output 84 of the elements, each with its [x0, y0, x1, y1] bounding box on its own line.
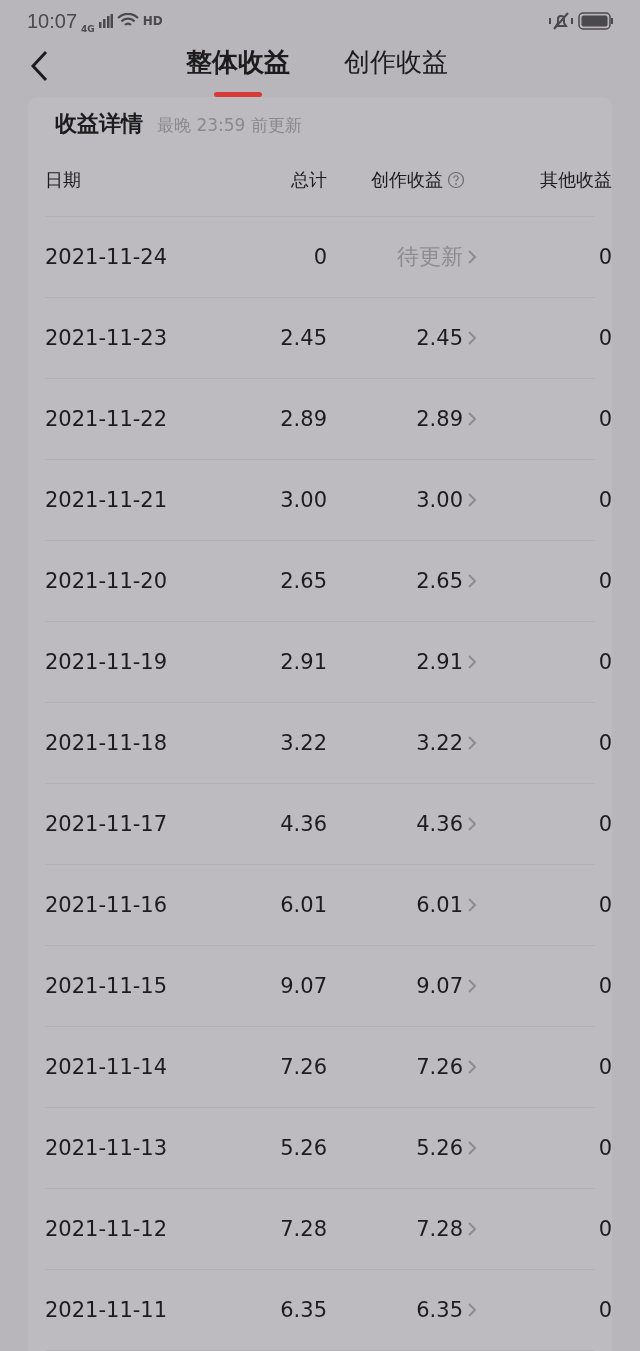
- chevron-icon: [467, 654, 477, 670]
- other-cell-text: 0: [597, 569, 612, 593]
- total-cell-text: 9.07: [279, 974, 327, 998]
- hd-indicator: HD: [142, 14, 163, 28]
- date-cell-text: 2021-11-15: [45, 974, 169, 998]
- creation-cell: 4.36: [416, 812, 463, 836]
- chevron-icon: [467, 1302, 477, 1318]
- creation-cell: 3.22: [416, 731, 463, 755]
- creation-cell: 7.28: [416, 1217, 463, 1241]
- tab-underline: [214, 92, 262, 97]
- date-cell-text: 2021-11-21: [45, 488, 169, 512]
- total-cell-text: 6.01: [279, 893, 327, 917]
- creation-cell: 6.35: [416, 1298, 463, 1322]
- tab[interactable]: 创作收益: [344, 42, 448, 82]
- column-header: 日期: [45, 167, 82, 192]
- chevron-icon: [467, 249, 477, 265]
- total-cell-text: 2.91: [279, 650, 327, 674]
- date-cell-text: 2021-11-23: [45, 326, 169, 350]
- column-header: 总计: [290, 167, 327, 192]
- other-cell-text: 0: [597, 407, 612, 431]
- chevron-icon: [467, 816, 477, 832]
- column-header: 创作收益: [371, 167, 443, 192]
- status-time: 10:07: [27, 9, 78, 33]
- date-cell-text: 2021-11-12: [45, 1217, 169, 1241]
- creation-cell: 6.01: [416, 893, 463, 917]
- card-title: 收益详情: [55, 110, 143, 138]
- chevron-icon: [467, 492, 477, 508]
- total-cell-text: 5.26: [279, 1136, 327, 1160]
- chevron-icon: [467, 978, 477, 994]
- other-cell-text: 0: [597, 812, 612, 836]
- creation-cell: 5.26: [416, 1136, 463, 1160]
- other-cell-text: 0: [597, 1136, 612, 1160]
- creation-cell: 2.89: [416, 407, 463, 431]
- creation-cell: 2.91: [416, 650, 463, 674]
- other-cell-text: 0: [597, 1298, 612, 1322]
- date-cell-text: 2021-11-20: [45, 569, 169, 593]
- creation-cell: 2.65: [416, 569, 463, 593]
- total-cell-text: 3.00: [279, 488, 327, 512]
- date-cell-text: 2021-11-19: [45, 650, 169, 674]
- network-type: 4G: [81, 24, 95, 34]
- chevron-icon: [467, 1221, 477, 1237]
- creation-cell: 9.07: [416, 974, 463, 998]
- chevron-icon: [467, 897, 477, 913]
- tab[interactable]: 整体收益: [186, 42, 290, 82]
- signal-icon: [98, 14, 113, 28]
- date-cell-text: 2021-11-24: [45, 245, 169, 269]
- date-cell-text: 2021-11-17: [45, 812, 169, 836]
- date-cell-text: 2021-11-14: [45, 1055, 169, 1079]
- other-cell-text: 0: [597, 893, 612, 917]
- total-cell-text: 7.26: [279, 1055, 327, 1079]
- creation-cell: 2.45: [416, 326, 463, 350]
- help-icon[interactable]: [447, 170, 465, 189]
- chevron-icon: [467, 330, 477, 346]
- other-cell-text: 0: [597, 650, 612, 674]
- other-cell-text: 0: [597, 245, 612, 269]
- total-cell-text: 2.45: [279, 326, 327, 350]
- creation-cell: 3.00: [416, 488, 463, 512]
- date-cell-text: 2021-11-16: [45, 893, 169, 917]
- date-cell-text: 2021-11-13: [45, 1136, 169, 1160]
- other-cell-text: 0: [597, 974, 612, 998]
- total-cell-text: 0: [312, 245, 327, 269]
- chevron-icon: [467, 1059, 477, 1075]
- date-cell-text: 2021-11-18: [45, 731, 169, 755]
- other-cell-text: 0: [597, 488, 612, 512]
- chevron-icon: [467, 573, 477, 589]
- date-cell-text: 2021-11-11: [45, 1298, 169, 1322]
- muted-bell-icon: [548, 11, 574, 31]
- chevron-icon: [467, 411, 477, 427]
- date-cell-text: 2021-11-22: [45, 407, 169, 431]
- other-cell-text: 0: [597, 326, 612, 350]
- total-cell-text: 2.65: [279, 569, 327, 593]
- total-cell-text: 6.35: [279, 1298, 327, 1322]
- chevron-icon: [467, 1140, 477, 1156]
- other-cell-text: 0: [597, 1217, 612, 1241]
- total-cell-text: 3.22: [279, 731, 327, 755]
- chevron-icon: [467, 735, 477, 751]
- total-cell-text: 7.28: [279, 1217, 327, 1241]
- battery-icon: [578, 12, 614, 30]
- creation-cell: 7.26: [416, 1055, 463, 1079]
- other-cell-text: 0: [597, 1055, 612, 1079]
- total-cell-text: 4.36: [279, 812, 327, 836]
- total-cell-text: 2.89: [279, 407, 327, 431]
- other-cell-text: 0: [597, 731, 612, 755]
- column-header: 其他收益: [539, 167, 612, 192]
